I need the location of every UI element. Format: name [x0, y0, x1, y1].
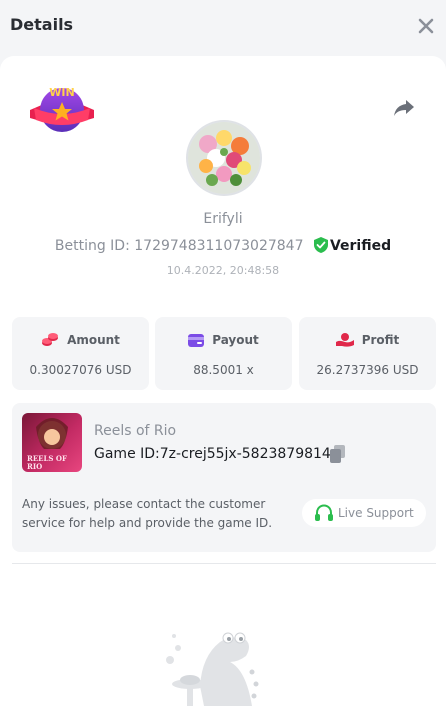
coins-icon [42, 333, 59, 346]
crocodile-mascot-icon [166, 632, 259, 706]
win-badge-icon: WIN [30, 86, 94, 132]
close-icon[interactable] [416, 16, 436, 36]
betting-id-value: 1729748311073027847 [134, 238, 304, 254]
avatar [188, 122, 260, 194]
hand-coin-icon [335, 333, 354, 347]
verified-label: Verified [329, 238, 392, 254]
verified-shield-icon [313, 237, 328, 253]
game-thumbnail[interactable]: REELS OF RIO [22, 413, 82, 472]
payout-label: Payout [212, 333, 259, 347]
profit-value: 26.2737396 USD [316, 363, 419, 377]
live-support-label: Live Support [338, 506, 414, 520]
game-id-row: Game ID:7z-crej55jx-5823879814 [94, 446, 331, 462]
profit-card: Profit 26.2737396 USD [299, 317, 436, 390]
flower-bouquet-icon [188, 122, 260, 194]
payout-card: Payout 88.5001 x [155, 317, 292, 390]
betting-id-label: Betting ID: [54, 238, 130, 254]
payout-header: Payout [155, 333, 292, 347]
amount-label: Amount [67, 333, 120, 347]
profit-label: Profit [361, 333, 400, 347]
page-title: Details [10, 15, 74, 34]
game-card: REELS OF RIO Reels of Rio Game ID:7z-cre… [12, 403, 436, 552]
amount-header: Amount [12, 333, 149, 347]
support-message: Any issues, please contact the customer … [22, 497, 273, 530]
headset-icon [315, 504, 333, 521]
win-badge-label: WIN [49, 86, 74, 99]
username: Erifyli [203, 211, 243, 227]
betting-id-row: Betting ID: 1729748311073027847 Verified [0, 237, 446, 254]
game-id-value: 7z-crej55jx-5823879814 [159, 446, 331, 462]
divider [12, 563, 436, 564]
game-thumb-text: REELS OF RIO [27, 454, 67, 471]
card-icon [188, 334, 205, 347]
payout-value: 88.5001 x [193, 363, 254, 377]
profit-header: Profit [299, 333, 436, 347]
amount-card: Amount 0.30027076 USD [12, 317, 149, 390]
amount-value: 0.30027076 USD [29, 363, 132, 377]
share-icon[interactable] [392, 98, 416, 118]
copy-icon[interactable] [330, 445, 346, 463]
live-support-button[interactable]: Live Support [302, 499, 426, 527]
bet-timestamp: 10.4.2022, 20:48:58 [166, 264, 280, 277]
game-id-label: Game ID: [94, 446, 160, 462]
header: Details [0, 0, 446, 56]
game-name: Reels of Rio [94, 423, 177, 439]
